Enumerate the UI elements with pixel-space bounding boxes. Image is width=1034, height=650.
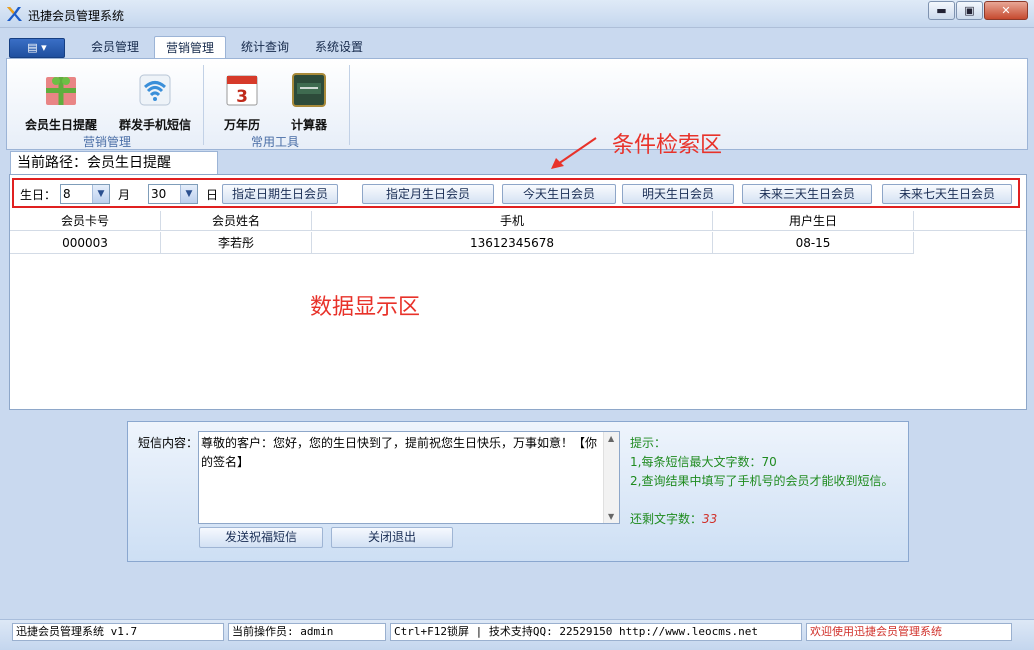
status-welcome: 欢迎使用迅捷会员管理系统 — [806, 623, 1012, 641]
search-conditions: 生日： 8 ▼ 月 30 ▼ 日 指定日期生日会员 指定月生日会员 今天生日会员… — [12, 178, 1020, 208]
tab-statistics-query[interactable]: 统计查询 — [232, 36, 298, 58]
tip-line-1: 1,每条短信最大文字数：70 — [630, 455, 777, 469]
calculator-label: 计算器 — [290, 118, 327, 132]
group-label-marketing: 营销管理 — [82, 135, 131, 149]
ribbon-tabs: ▤ ▾ 会员管理 营销管理 统计查询 系统设置 — [6, 34, 1028, 59]
next-seven-days-birthday-button[interactable]: 未来七天生日会员 — [882, 184, 1012, 204]
tab-system-settings[interactable]: 系统设置 — [306, 36, 372, 58]
tab-marketing-management[interactable]: 营销管理 — [154, 36, 226, 59]
cell-phone: 13612345678 — [312, 232, 713, 254]
specified-date-birthday-button[interactable]: 指定日期生日会员 — [222, 184, 338, 204]
status-support: Ctrl+F12锁屏 | 技术支持QQ: 22529150 http://www… — [390, 623, 802, 641]
status-bar: 迅捷会员管理系统 v1.7 当前操作员: admin Ctrl+F12锁屏 | … — [0, 619, 1034, 650]
send-greeting-sms-button[interactable]: 发送祝福短信 — [199, 527, 323, 548]
cell-card-no: 000003 — [10, 232, 161, 254]
sms-panel: 短信内容： 尊敬的客户：您好，您的生日快到了，提前祝您生日快乐，万事如意！【你的… — [127, 421, 909, 562]
scroll-down-icon[interactable]: ▼ — [608, 512, 614, 521]
next-three-days-birthday-button[interactable]: 未来三天生日会员 — [742, 184, 872, 204]
month-select[interactable]: 8 ▼ — [60, 184, 110, 204]
title-bar: 迅捷会员管理系统 ▬ ▣ ✕ — [0, 0, 1034, 28]
column-header-card-no[interactable]: 会员卡号 — [10, 211, 161, 231]
day-label: 日 — [206, 188, 219, 202]
app-menu-button[interactable]: ▤ ▾ — [9, 38, 65, 58]
window-title: 迅捷会员管理系统 — [28, 9, 125, 23]
group-separator — [203, 65, 204, 145]
cell-name: 李若彤 — [161, 232, 312, 254]
annotation-search-area: 条件检索区 — [612, 133, 723, 158]
birthday-reminder-button[interactable]: 会员生日提醒 — [15, 67, 107, 133]
bulk-sms-label: 群发手机短信 — [118, 118, 191, 132]
calculator-icon — [292, 73, 326, 107]
bulk-sms-button[interactable]: 群发手机短信 — [109, 67, 201, 133]
month-label: 月 — [118, 188, 131, 202]
tip-title: 提示： — [630, 436, 667, 450]
specified-month-birthday-button[interactable]: 指定月生日会员 — [362, 184, 494, 204]
tab-member-management[interactable]: 会员管理 — [82, 36, 148, 58]
status-app-version: 迅捷会员管理系统 v1.7 — [12, 623, 224, 641]
tomorrow-birthday-button[interactable]: 明天生日会员 — [622, 184, 734, 204]
grid-header: 会员卡号 会员姓名 手机 用户生日 — [10, 211, 1026, 231]
birthday-label: 生日： — [20, 188, 57, 202]
sms-content-textarea[interactable]: 尊敬的客户：您好，您的生日快到了，提前祝您生日快乐，万事如意！【你的签名】 ▲ … — [198, 431, 620, 524]
today-birthday-button[interactable]: 今天生日会员 — [502, 184, 616, 204]
wifi-signal-icon — [139, 74, 171, 106]
day-value: 30 — [151, 187, 167, 201]
current-path-tab[interactable]: 当前路径：会员生日提醒 — [10, 151, 218, 175]
calendar-icon: 3 — [226, 75, 258, 107]
status-operator: 当前操作员: admin — [228, 623, 386, 641]
close-exit-button[interactable]: 关闭退出 — [331, 527, 453, 548]
remaining-chars-value: 33 — [702, 512, 718, 526]
group-separator — [349, 65, 350, 145]
birthday-reminder-label: 会员生日提醒 — [24, 118, 97, 132]
table-row[interactable]: 000003 李若彤 13612345678 08-15 — [10, 232, 914, 254]
scroll-up-icon[interactable]: ▲ — [608, 434, 614, 443]
column-header-birthday[interactable]: 用户生日 — [713, 211, 914, 231]
data-panel: 生日： 8 ▼ 月 30 ▼ 日 指定日期生日会员 指定月生日会员 今天生日会员… — [9, 174, 1027, 410]
tip-line-2: 2,查询结果中填写了手机号的会员才能收到短信。 — [630, 474, 894, 488]
perpetual-calendar-label: 万年历 — [223, 118, 260, 132]
sms-content-text: 尊敬的客户：您好，您的生日快到了，提前祝您生日快乐，万事如意！【你的签名】 — [201, 436, 598, 469]
group-label-tools: 常用工具 — [250, 135, 299, 149]
maximize-button[interactable]: ▣ — [956, 1, 983, 20]
svg-text:3: 3 — [236, 87, 248, 107]
app-logo-icon — [7, 7, 22, 21]
calculator-button[interactable]: 计算器 — [279, 67, 339, 133]
ribbon-panel: 会员生日提醒 群发手机短信 3 万年历 计算器 营销管理 常用工具 — [6, 58, 1028, 150]
month-value: 8 — [63, 187, 71, 201]
sms-scrollbar[interactable]: ▲ ▼ — [603, 432, 619, 523]
perpetual-calendar-button[interactable]: 3 万年历 — [213, 67, 271, 133]
chevron-down-icon[interactable]: ▼ — [92, 185, 109, 203]
annotation-data-area: 数据显示区 — [310, 295, 421, 320]
gift-icon — [46, 77, 76, 105]
annotation-arrow-icon — [551, 137, 597, 169]
sms-content-label: 短信内容： — [138, 436, 199, 450]
cell-birthday: 08-15 — [713, 232, 914, 254]
column-header-name[interactable]: 会员姓名 — [161, 211, 312, 231]
remaining-chars: 还剩文字数：33 — [630, 510, 717, 527]
day-select[interactable]: 30 ▼ — [148, 184, 198, 204]
remaining-chars-label: 还剩文字数： — [630, 512, 703, 526]
chevron-down-icon[interactable]: ▼ — [180, 185, 197, 203]
minimize-button[interactable]: ▬ — [928, 1, 955, 20]
column-header-phone[interactable]: 手机 — [312, 211, 713, 231]
close-button[interactable]: ✕ — [984, 1, 1028, 20]
